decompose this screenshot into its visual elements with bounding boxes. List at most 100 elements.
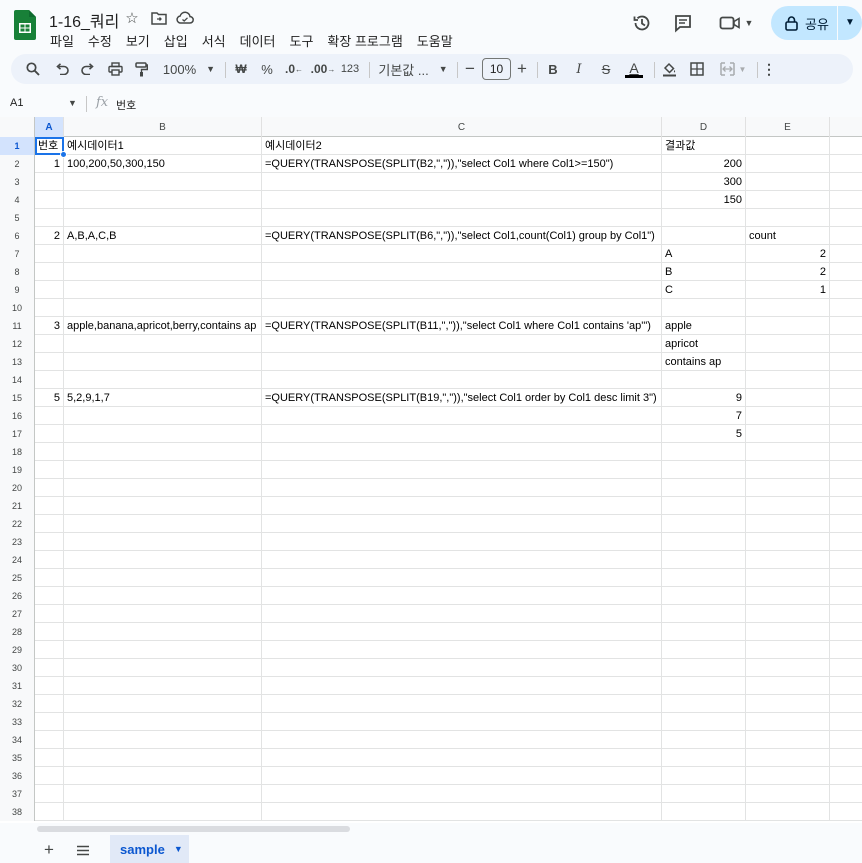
cell-a31[interactable] [35,677,64,695]
cell-e34[interactable] [746,731,830,749]
comments-icon[interactable] [671,10,695,36]
cell-d26[interactable] [662,587,746,605]
row-header[interactable]: 13 [0,353,35,371]
cell-a5[interactable] [35,209,64,227]
cell-b25[interactable] [64,569,262,587]
share-dropdown-icon[interactable]: ▼ [845,17,855,28]
cell-d37[interactable] [662,785,746,803]
cell-e4[interactable] [746,191,830,209]
row-header[interactable]: 35 [0,749,35,767]
row-header[interactable]: 7 [0,245,35,263]
cell-d7[interactable]: A [662,245,746,263]
cell-f18[interactable] [830,443,862,461]
cell-b29[interactable] [64,641,262,659]
cell-a34[interactable] [35,731,64,749]
cell-e29[interactable] [746,641,830,659]
row-header[interactable]: 11 [0,317,35,335]
cell-b9[interactable] [64,281,262,299]
cell-b21[interactable] [64,497,262,515]
text-color-button[interactable]: A [623,57,645,81]
cell-e32[interactable] [746,695,830,713]
cell-b28[interactable] [64,623,262,641]
cell-a17[interactable] [35,425,64,443]
cell-e18[interactable] [746,443,830,461]
cell-a3[interactable] [35,173,64,191]
share-button[interactable]: 공유 ▼ [771,6,862,40]
cell-f24[interactable] [830,551,862,569]
cell-d11[interactable]: apple [662,317,746,335]
paint-format-icon[interactable] [131,57,151,81]
cell-b35[interactable] [64,749,262,767]
row-header[interactable]: 37 [0,785,35,803]
cell-a19[interactable] [35,461,64,479]
menu-tools[interactable]: 도구 [283,29,321,49]
cell-e13[interactable] [746,353,830,371]
zoom-select[interactable]: 100% ▼ [161,57,217,81]
meet-icon[interactable]: ▼ [716,10,756,36]
cell-b19[interactable] [64,461,262,479]
row-header[interactable]: 32 [0,695,35,713]
cell-f34[interactable] [830,731,862,749]
cell-e28[interactable] [746,623,830,641]
column-header-d[interactable]: D [662,117,746,137]
strikethrough-button[interactable]: S [596,57,616,81]
cell-b26[interactable] [64,587,262,605]
cell-d19[interactable] [662,461,746,479]
cell-f30[interactable] [830,659,862,677]
cell-f6[interactable] [830,227,862,245]
menu-help[interactable]: 도움말 [410,29,460,49]
cell-c18[interactable] [262,443,662,461]
row-header[interactable]: 36 [0,767,35,785]
cell-a30[interactable] [35,659,64,677]
cell-a4[interactable] [35,191,64,209]
cell-b22[interactable] [64,515,262,533]
cell-d25[interactable] [662,569,746,587]
cell-e36[interactable] [746,767,830,785]
cell-e30[interactable] [746,659,830,677]
cell-a8[interactable] [35,263,64,281]
cell-b30[interactable] [64,659,262,677]
cell-d36[interactable] [662,767,746,785]
cell-c10[interactable] [262,299,662,317]
increase-font-size-button[interactable]: + [514,57,530,81]
cell-f14[interactable] [830,371,862,389]
cell-f37[interactable] [830,785,862,803]
cell-f7[interactable] [830,245,862,263]
cell-d38[interactable] [662,803,746,821]
cell-a7[interactable] [35,245,64,263]
cell-e12[interactable] [746,335,830,353]
cell-a36[interactable] [35,767,64,785]
cell-c8[interactable] [262,263,662,281]
cell-b18[interactable] [64,443,262,461]
cell-d2[interactable]: 200 [662,155,746,173]
cell-b34[interactable] [64,731,262,749]
cell-f11[interactable] [830,317,862,335]
cell-a14[interactable] [35,371,64,389]
cell-f3[interactable] [830,173,862,191]
name-box-caret-icon[interactable]: ▼ [68,98,77,108]
row-header[interactable]: 31 [0,677,35,695]
cell-a25[interactable] [35,569,64,587]
cell-e11[interactable] [746,317,830,335]
cell-b20[interactable] [64,479,262,497]
cell-b11[interactable]: apple,banana,apricot,berry,contains ap [64,317,262,335]
cell-a16[interactable] [35,407,64,425]
cell-e1[interactable] [746,137,830,155]
cell-d8[interactable]: B [662,263,746,281]
cell-a21[interactable] [35,497,64,515]
cell-c2[interactable]: =QUERY(TRANSPOSE(SPLIT(B2,",")),"select … [262,155,662,173]
row-header[interactable]: 10 [0,299,35,317]
cell-e10[interactable] [746,299,830,317]
row-header[interactable]: 8 [0,263,35,281]
cell-d32[interactable] [662,695,746,713]
cell-f38[interactable] [830,803,862,821]
cell-f2[interactable] [830,155,862,173]
cell-c37[interactable] [262,785,662,803]
version-history-icon[interactable] [630,10,654,36]
cell-e35[interactable] [746,749,830,767]
cell-b36[interactable] [64,767,262,785]
cell-b15[interactable]: 5,2,9,1,7 [64,389,262,407]
font-family-select[interactable]: 기본값 ... ▼ [377,57,449,81]
cell-e9[interactable]: 1 [746,281,830,299]
menu-edit[interactable]: 수정 [81,29,119,49]
